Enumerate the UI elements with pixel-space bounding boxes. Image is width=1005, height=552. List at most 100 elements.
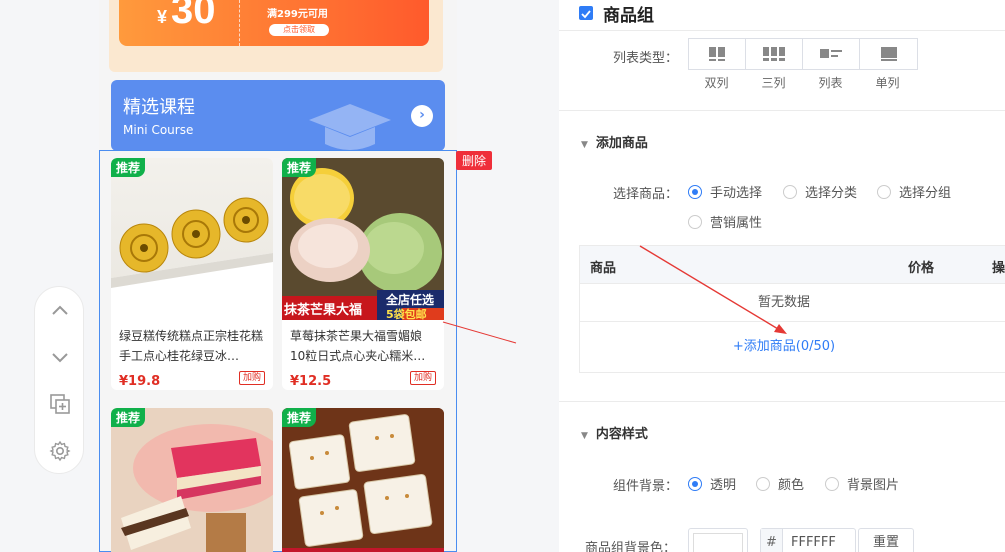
goods-card[interactable]: 推荐 抹茶芒果大福 全店任选 5袋包邮 草莓抹茶芒果大福雪媚娘10粒日式点心夹心… (282, 158, 444, 390)
course-subtitle: Mini Course (123, 123, 194, 137)
radio-label: 背景图片 (847, 478, 900, 493)
radio-dot (688, 214, 702, 229)
hex-value[interactable]: FFFFFF (783, 529, 855, 552)
mooncake-image (111, 197, 273, 320)
list-type-caption: 双列 (704, 76, 729, 90)
section-title-text: 添加商品 (595, 136, 648, 151)
radio-dot (756, 476, 770, 491)
radio-dot (825, 476, 839, 491)
radio-bg-transparent[interactable]: 透明 (688, 474, 736, 493)
radio-select-group[interactable]: 选择分组 (877, 182, 951, 201)
goods-price: ¥19.8 (119, 374, 161, 389)
goods-image: 推荐 (282, 408, 444, 552)
two-column-icon (709, 47, 725, 61)
goods-name: 绿豆糕传统糕点正宗桂花糕手工点心桂花绿豆冰… (119, 329, 264, 363)
radio-dot (688, 476, 702, 491)
table-empty-text: 暂无数据 (580, 284, 1005, 322)
three-column-icon (763, 47, 785, 61)
radio-marketing-attribute[interactable]: 营销属性 (688, 212, 762, 231)
recommend-tag: 推荐 (282, 408, 317, 427)
list-icon (820, 49, 842, 58)
move-up-icon[interactable] (48, 299, 72, 323)
column-header-goods: 商品 (590, 261, 617, 276)
copy-icon[interactable] (48, 392, 72, 416)
coupon-currency: ¥ (157, 7, 168, 27)
list-type-selector (688, 38, 918, 70)
divider (559, 30, 1005, 31)
radio-bg-image[interactable]: 背景图片 (825, 474, 899, 493)
list-type-caption: 三列 (761, 76, 786, 90)
select-goods-label: 选择商品： (613, 187, 679, 202)
radio-label: 透明 (710, 478, 737, 493)
panel-title: 商品组 (603, 5, 654, 26)
goods-image: 推荐 (111, 408, 273, 552)
settings-panel: 商品组 列表类型： 双列 三列 列表 单列 ▼ 添加商品 选择商品： 手动选择 选… (559, 0, 1005, 552)
radio-label: 选择分类 (805, 186, 858, 201)
delete-button[interactable]: 删除 (456, 151, 493, 170)
goods-image: 推荐 抹茶芒果大福 全店任选 5袋包邮 (282, 158, 444, 321)
goods-image-shipping: 5袋包邮 (386, 308, 427, 321)
reset-button[interactable]: 重置 (858, 528, 915, 552)
group-bg-color-label: 商品组背景色： (585, 541, 677, 552)
pastry-image (282, 408, 444, 552)
list-type-caption: 单列 (875, 76, 900, 90)
coupon-amount: ¥30 (157, 0, 216, 33)
panel-header: 商品组 (579, 0, 654, 28)
course-banner[interactable]: 精选课程 Mini Course › (111, 80, 445, 151)
add-goods-section-title[interactable]: ▼ 添加商品 (581, 132, 648, 151)
divider (559, 401, 1005, 402)
goods-table: 商品 价格 操 暂无数据 +添加商品(0/50) (579, 245, 1005, 373)
radio-manual-select[interactable]: 手动选择 (688, 182, 762, 201)
coupon-ticket[interactable]: ¥30 满299元可用 点击领取 (119, 0, 429, 46)
add-to-cart-button[interactable]: 加购 (238, 371, 265, 385)
goods-price: ¥12.5 (290, 374, 332, 389)
caret-down-icon: ▼ (581, 431, 588, 441)
move-down-icon[interactable] (48, 345, 72, 369)
coupon-claim-button[interactable]: 点击领取 (269, 24, 329, 36)
course-title: 精选课程 (123, 97, 195, 118)
layout-two-column-button[interactable] (689, 39, 746, 69)
goods-card[interactable]: 推荐 (282, 408, 444, 552)
list-type-label: 列表类型： (613, 51, 679, 66)
section-title-text: 内容样式 (595, 427, 648, 442)
checkbox-icon[interactable] (579, 6, 593, 20)
coupon-condition: 满299元可用 (267, 9, 328, 20)
single-column-icon (880, 47, 897, 61)
goods-image: 推荐 (111, 158, 273, 320)
list-type-caption: 列表 (818, 76, 843, 90)
radio-label: 选择分组 (899, 186, 952, 201)
hex-color-input[interactable]: # FFFFFF (760, 528, 856, 552)
graduation-cap-icon (309, 104, 391, 150)
goods-group-preview[interactable]: 推荐 绿豆糕传统糕点正宗桂花糕手工点心桂花绿豆冰… ¥19.8 加购 推荐 抹茶… (99, 150, 457, 552)
mobile-preview: ¥30 满299元可用 点击领取 精选课程 Mini Course › 推荐 绿… (99, 0, 457, 552)
goods-card[interactable]: 推荐 绿豆糕传统糕点正宗桂花糕手工点心桂花绿豆冰… ¥19.8 加购 (111, 158, 273, 390)
radio-bg-color[interactable]: 颜色 (756, 474, 804, 493)
radio-select-category[interactable]: 选择分类 (783, 182, 857, 201)
gear-icon[interactable] (48, 439, 72, 463)
course-arrow-icon[interactable]: › (411, 105, 433, 127)
content-style-section-title[interactable]: ▼ 内容样式 (581, 423, 648, 442)
coupon-divider (239, 0, 240, 46)
divider (559, 110, 1005, 111)
recommend-tag: 推荐 (111, 158, 146, 177)
coupon-block[interactable]: ¥30 满299元可用 点击领取 (109, 0, 443, 72)
add-goods-link[interactable]: +添加商品(0/50) (580, 322, 1005, 372)
color-swatch[interactable] (688, 528, 748, 552)
layout-three-column-button[interactable] (746, 39, 803, 69)
goods-name: 草莓抹茶芒果大福雪媚娘10粒日式点心夹心糯米… (290, 329, 426, 363)
component-bg-label: 组件背景： (613, 479, 679, 494)
radio-label: 营销属性 (710, 216, 763, 231)
goods-card[interactable]: 推荐 (111, 408, 273, 552)
table-header: 商品 价格 操 (580, 246, 1005, 284)
layout-single-column-button[interactable] (860, 39, 917, 69)
radio-dot (688, 184, 702, 199)
caret-down-icon: ▼ (581, 140, 588, 150)
cake-image (111, 408, 273, 552)
component-toolbar (34, 286, 84, 474)
coupon-value: 30 (171, 0, 216, 32)
goods-image-caption: 抹茶芒果大福 (284, 303, 363, 318)
recommend-tag: 推荐 (282, 158, 317, 177)
add-to-cart-button[interactable]: 加购 (409, 371, 436, 385)
layout-list-button[interactable] (803, 39, 860, 69)
radio-label: 颜色 (778, 478, 805, 493)
